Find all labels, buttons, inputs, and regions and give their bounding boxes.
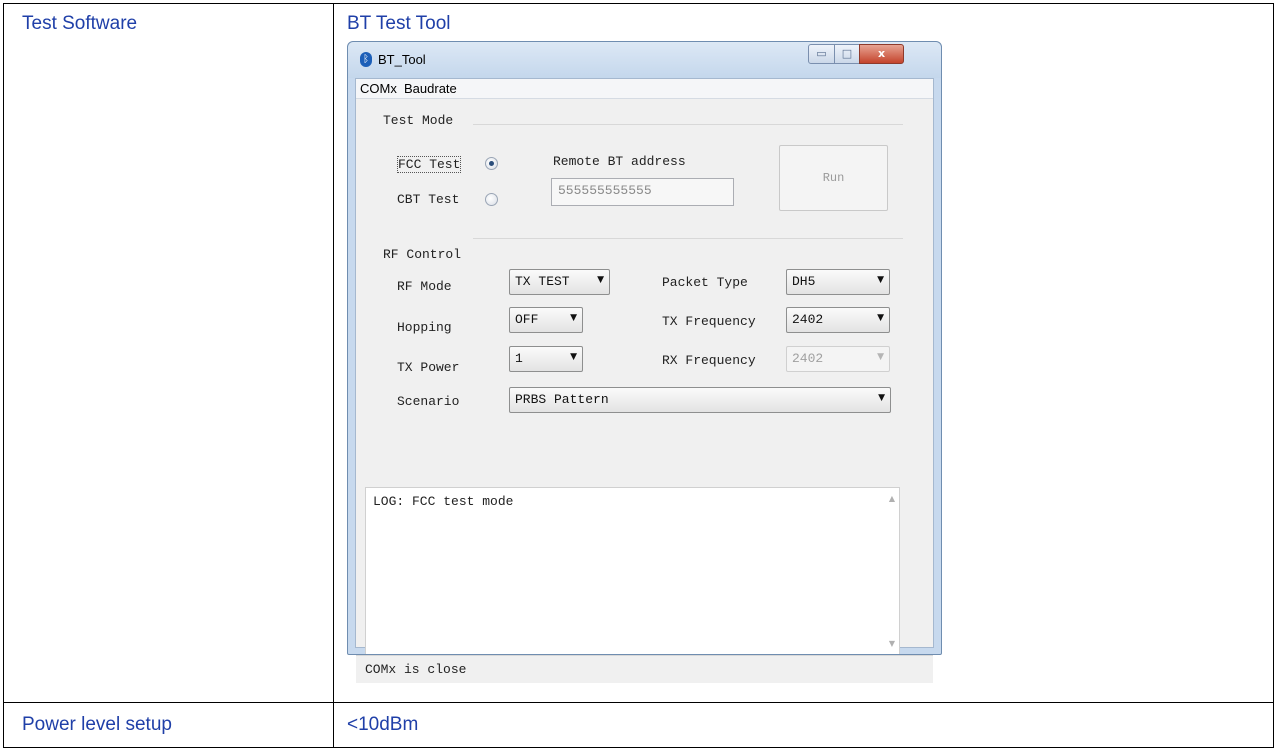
- log-textarea[interactable]: LOG: FCC test mode ▲ ▼: [365, 487, 900, 654]
- window-client-area: COMx Baudrate Test Mode FCC Test CBT Tes…: [355, 78, 934, 683]
- power-level-label: Power level setup: [22, 714, 172, 735]
- rf-mode-select[interactable]: TX TEST ▼: [509, 269, 610, 295]
- rx-frequency-value: 2402: [792, 351, 824, 366]
- status-text: COMx is close: [365, 662, 467, 677]
- power-level-value: <10dBm: [347, 714, 419, 735]
- remote-bt-address-input[interactable]: 555555555555: [551, 178, 734, 206]
- window-title: BT_Tool: [378, 52, 426, 67]
- menu-comx[interactable]: COMx: [360, 81, 397, 96]
- test-software-label: Test Software: [22, 13, 138, 34]
- packet-type-select[interactable]: DH5 ▼: [786, 269, 890, 295]
- bt-tool-window: ᛒ BT_Tool ▭ □ x COMx Baudrate Test Mode …: [347, 41, 942, 683]
- tx-power-value: 1: [515, 351, 523, 366]
- fcc-test-label[interactable]: FCC Test: [397, 156, 462, 173]
- fcc-test-radio[interactable]: [485, 157, 498, 170]
- menu-baudrate[interactable]: Baudrate: [404, 81, 457, 96]
- scenario-label: Scenario: [397, 394, 460, 409]
- chevron-down-icon: ▼: [877, 313, 884, 323]
- table-column-divider: [333, 4, 334, 747]
- log-text: LOG: FCC test mode: [373, 494, 514, 509]
- test-mode-group-label: Test Mode: [383, 113, 454, 128]
- rf-control-divider: [473, 238, 903, 239]
- chevron-down-icon: ▼: [877, 275, 884, 285]
- chevron-down-icon: ▼: [878, 393, 885, 403]
- chevron-down-icon: ▼: [877, 352, 884, 362]
- packet-type-label: Packet Type: [662, 275, 748, 290]
- close-button[interactable]: x: [859, 44, 904, 64]
- packet-type-value: DH5: [792, 274, 816, 289]
- hopping-select[interactable]: OFF ▼: [509, 307, 583, 333]
- chevron-down-icon: ▼: [597, 275, 604, 285]
- tx-frequency-value: 2402: [792, 312, 824, 327]
- rx-frequency-select[interactable]: 2402 ▼: [786, 346, 890, 372]
- rx-frequency-label: RX Frequency: [662, 353, 756, 368]
- bluetooth-icon: ᛒ: [360, 52, 372, 67]
- cbt-test-radio[interactable]: [485, 193, 498, 206]
- scroll-down-icon[interactable]: ▼: [889, 639, 895, 648]
- tx-frequency-label: TX Frequency: [662, 314, 756, 329]
- maximize-button[interactable]: □: [834, 44, 860, 64]
- status-bar: COMx is close: [356, 655, 933, 683]
- tx-power-label: TX Power: [397, 360, 460, 375]
- chevron-down-icon: ▼: [570, 352, 577, 362]
- hopping-label: Hopping: [397, 320, 452, 335]
- scroll-up-icon[interactable]: ▲: [889, 494, 895, 503]
- minimize-button[interactable]: ▭: [808, 44, 835, 64]
- rf-mode-value: TX TEST: [515, 274, 570, 289]
- table-row-divider: [4, 702, 1273, 703]
- scenario-value: PRBS Pattern: [515, 392, 609, 407]
- rf-control-group-label: RF Control: [383, 247, 462, 262]
- test-mode-divider: [473, 124, 903, 125]
- tx-frequency-select[interactable]: 2402 ▼: [786, 307, 890, 333]
- menu-bar: COMx Baudrate: [356, 79, 933, 99]
- hopping-value: OFF: [515, 312, 539, 327]
- window-titlebar[interactable]: ᛒ BT_Tool ▭ □ x: [348, 42, 941, 78]
- test-software-value: BT Test Tool: [347, 13, 451, 34]
- remote-bt-address-label: Remote BT address: [553, 154, 686, 169]
- scenario-select[interactable]: PRBS Pattern ▼: [509, 387, 891, 413]
- chevron-down-icon: ▼: [570, 313, 577, 323]
- tx-power-select[interactable]: 1 ▼: [509, 346, 583, 372]
- cbt-test-label[interactable]: CBT Test: [397, 192, 459, 207]
- run-button[interactable]: Run: [779, 145, 888, 211]
- rf-mode-label: RF Mode: [397, 279, 452, 294]
